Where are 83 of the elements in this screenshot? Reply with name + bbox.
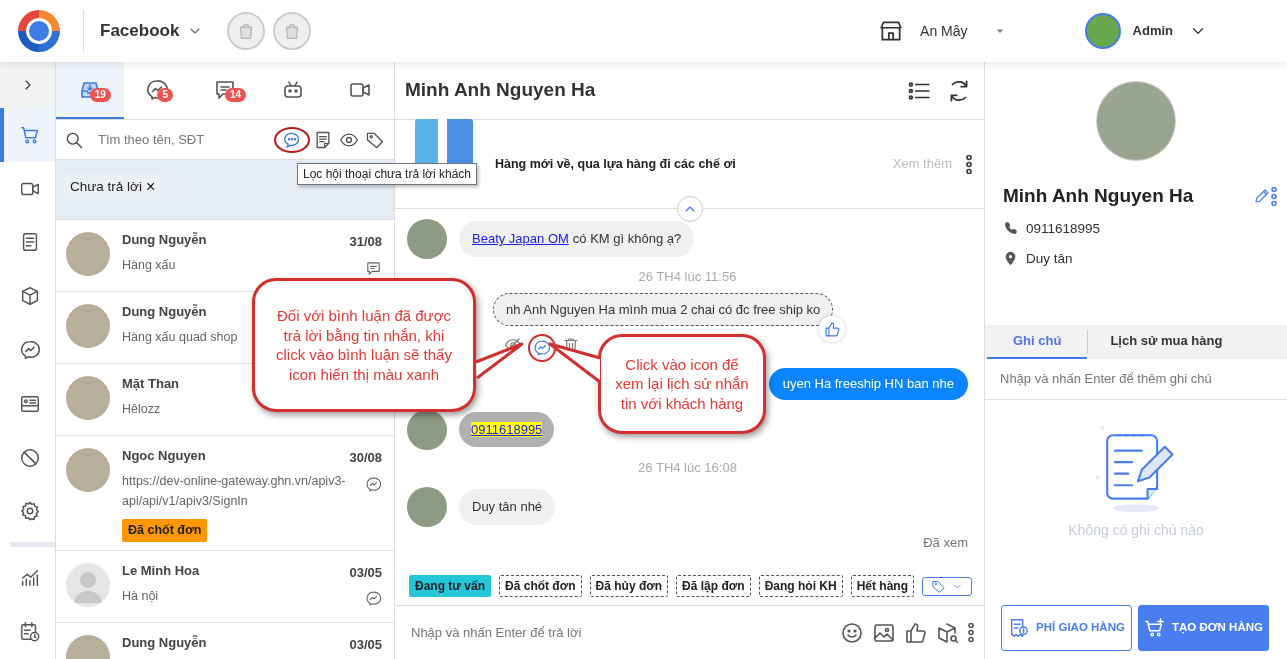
tab[interactable]: Lịch sử mua hàng [1088,325,1245,359]
date: 31/08 [349,233,382,251]
message-text: có KM gì không ạ? [572,230,682,249]
messenger-icon [365,590,382,608]
sidebar-item[interactable] [0,107,55,162]
callout-pointer [474,342,524,380]
timestamp: 26 TH4 lúc 11:56 [637,268,738,286]
more-icon [968,623,974,642]
message-preview: Hà nội [122,587,159,605]
logo-icon [15,7,63,55]
timestamp: 26 TH4 lúc 16:08 [637,458,738,477]
contact-name: Dung Nguyễn [122,232,207,248]
calendar-clock-icon [18,621,41,644]
sent-message: uyen Ha freeship HN ban nhe [768,368,968,400]
contact-name: Dung Nguyễn [122,634,207,651]
receipt-icon [1008,617,1031,639]
conversation-title: Minh Anh Nguyen Ha [405,78,596,103]
empty-state-text: Không có ghi chú nào [1067,520,1205,540]
status-tag-button[interactable]: Đã lập đơn [676,575,751,597]
tag-dropdown[interactable] [922,576,972,596]
block-icon [18,446,41,469]
comment-bubble[interactable]: nh Anh Nguyen Ha mình mua 2 chai có đc free ship ko [493,292,834,326]
status-tag: Đã chốt đơn [122,519,208,542]
messenger-icon [18,339,41,361]
message-preview: Hàng xấu [122,257,176,274]
post-text: Hàng mới về, qua lựa hàng đi các chế ơi [495,155,736,173]
comment-text: nh Anh Nguyen Ha mình mua 2 chai có đc free ship ko [506,301,821,317]
address: Duy tân [1026,249,1073,268]
date: 03/05 [349,563,382,582]
contact-name: Dung Nguyễn [122,304,207,320]
count-badge: 19 [89,87,111,102]
store-icon [878,18,905,44]
date: 30/08 [349,449,382,467]
avatar-photo [407,487,447,527]
settings-icon [18,500,41,523]
channel-name[interactable]: Facebook [100,18,180,44]
remove-filter-button[interactable]: × [145,179,156,196]
emoji-icon [840,620,864,645]
count-badge: 14 [225,87,247,102]
comment-icon [365,259,382,277]
contact-name: Le Minh Hoa [122,562,200,579]
message-preview: Hàng xấu quad shop [122,329,238,346]
user-avatar[interactable] [1084,13,1121,49]
create-order-button[interactable]: TẠO ĐƠN HÀNG [1138,605,1269,651]
date: 03/05 [349,635,382,654]
phone-icon [1003,221,1018,237]
status-tag-button[interactable]: Đã hủy đơn [589,575,669,597]
filter-label: Chưa trả lời [70,178,142,196]
status-tag-button[interactable]: Hết hàng [850,575,914,597]
status-tag-button[interactable]: Đã chốt đơn [499,575,582,597]
box-search-icon [936,620,960,645]
mention-link[interactable]: Beaty Japan OM [472,229,569,249]
user-name[interactable]: Admin [1132,21,1173,41]
count-badge: 5 [157,87,173,102]
callout: Click vào icon để xem lại lịch sử nhắn tin với khách hàng [598,334,766,434]
phone-number: 0911618995 [1026,219,1101,238]
contact-name: Ngoc Nguyen [122,448,206,464]
avatar-photo [407,219,447,259]
message-preview: https://dev-online-gateway.ghn.vn/apiv3-api/api/v1/apiv3/SignIn [122,473,346,510]
shipping-fee-button[interactable]: PHÍ GIAO HÀNG [1001,605,1132,651]
contact-name: Mặt Than [122,376,180,392]
phone-link[interactable]: 0911618995 [471,422,543,437]
thumbs-up-icon [823,320,841,338]
cart-plus-icon [1144,617,1166,639]
callout: Đối với bình luận đã được trả lời bằng tin nhắn, khi click vào bình luận sẽ thấy icon hiển thị màu xanh [252,278,476,412]
filter-button[interactable] [274,126,310,153]
message-text: Duy tân nhé [472,498,543,517]
messenger-icon [365,475,382,493]
callout-pointer [548,342,602,386]
status-tag-button[interactable]: Đang tư vấn [409,575,492,597]
more-icon [1271,186,1277,206]
tag-icon [931,578,946,594]
tooltip: Lọc hội thoại chưa trả lời khách [297,163,477,185]
store-name[interactable]: An Mây [920,20,968,42]
more-icon [966,154,972,174]
seen-status: Đã xem [923,534,968,552]
location-icon [1003,251,1018,267]
thumbs-up-icon [904,620,928,645]
messenger-icon [533,339,551,357]
avatar-photo [407,409,447,450]
status-tag-button[interactable]: Đang hỏi KH [758,575,843,597]
message-preview: Hêlozz [122,401,161,418]
customer-name: Minh Anh Nguyen Ha [1003,184,1194,208]
